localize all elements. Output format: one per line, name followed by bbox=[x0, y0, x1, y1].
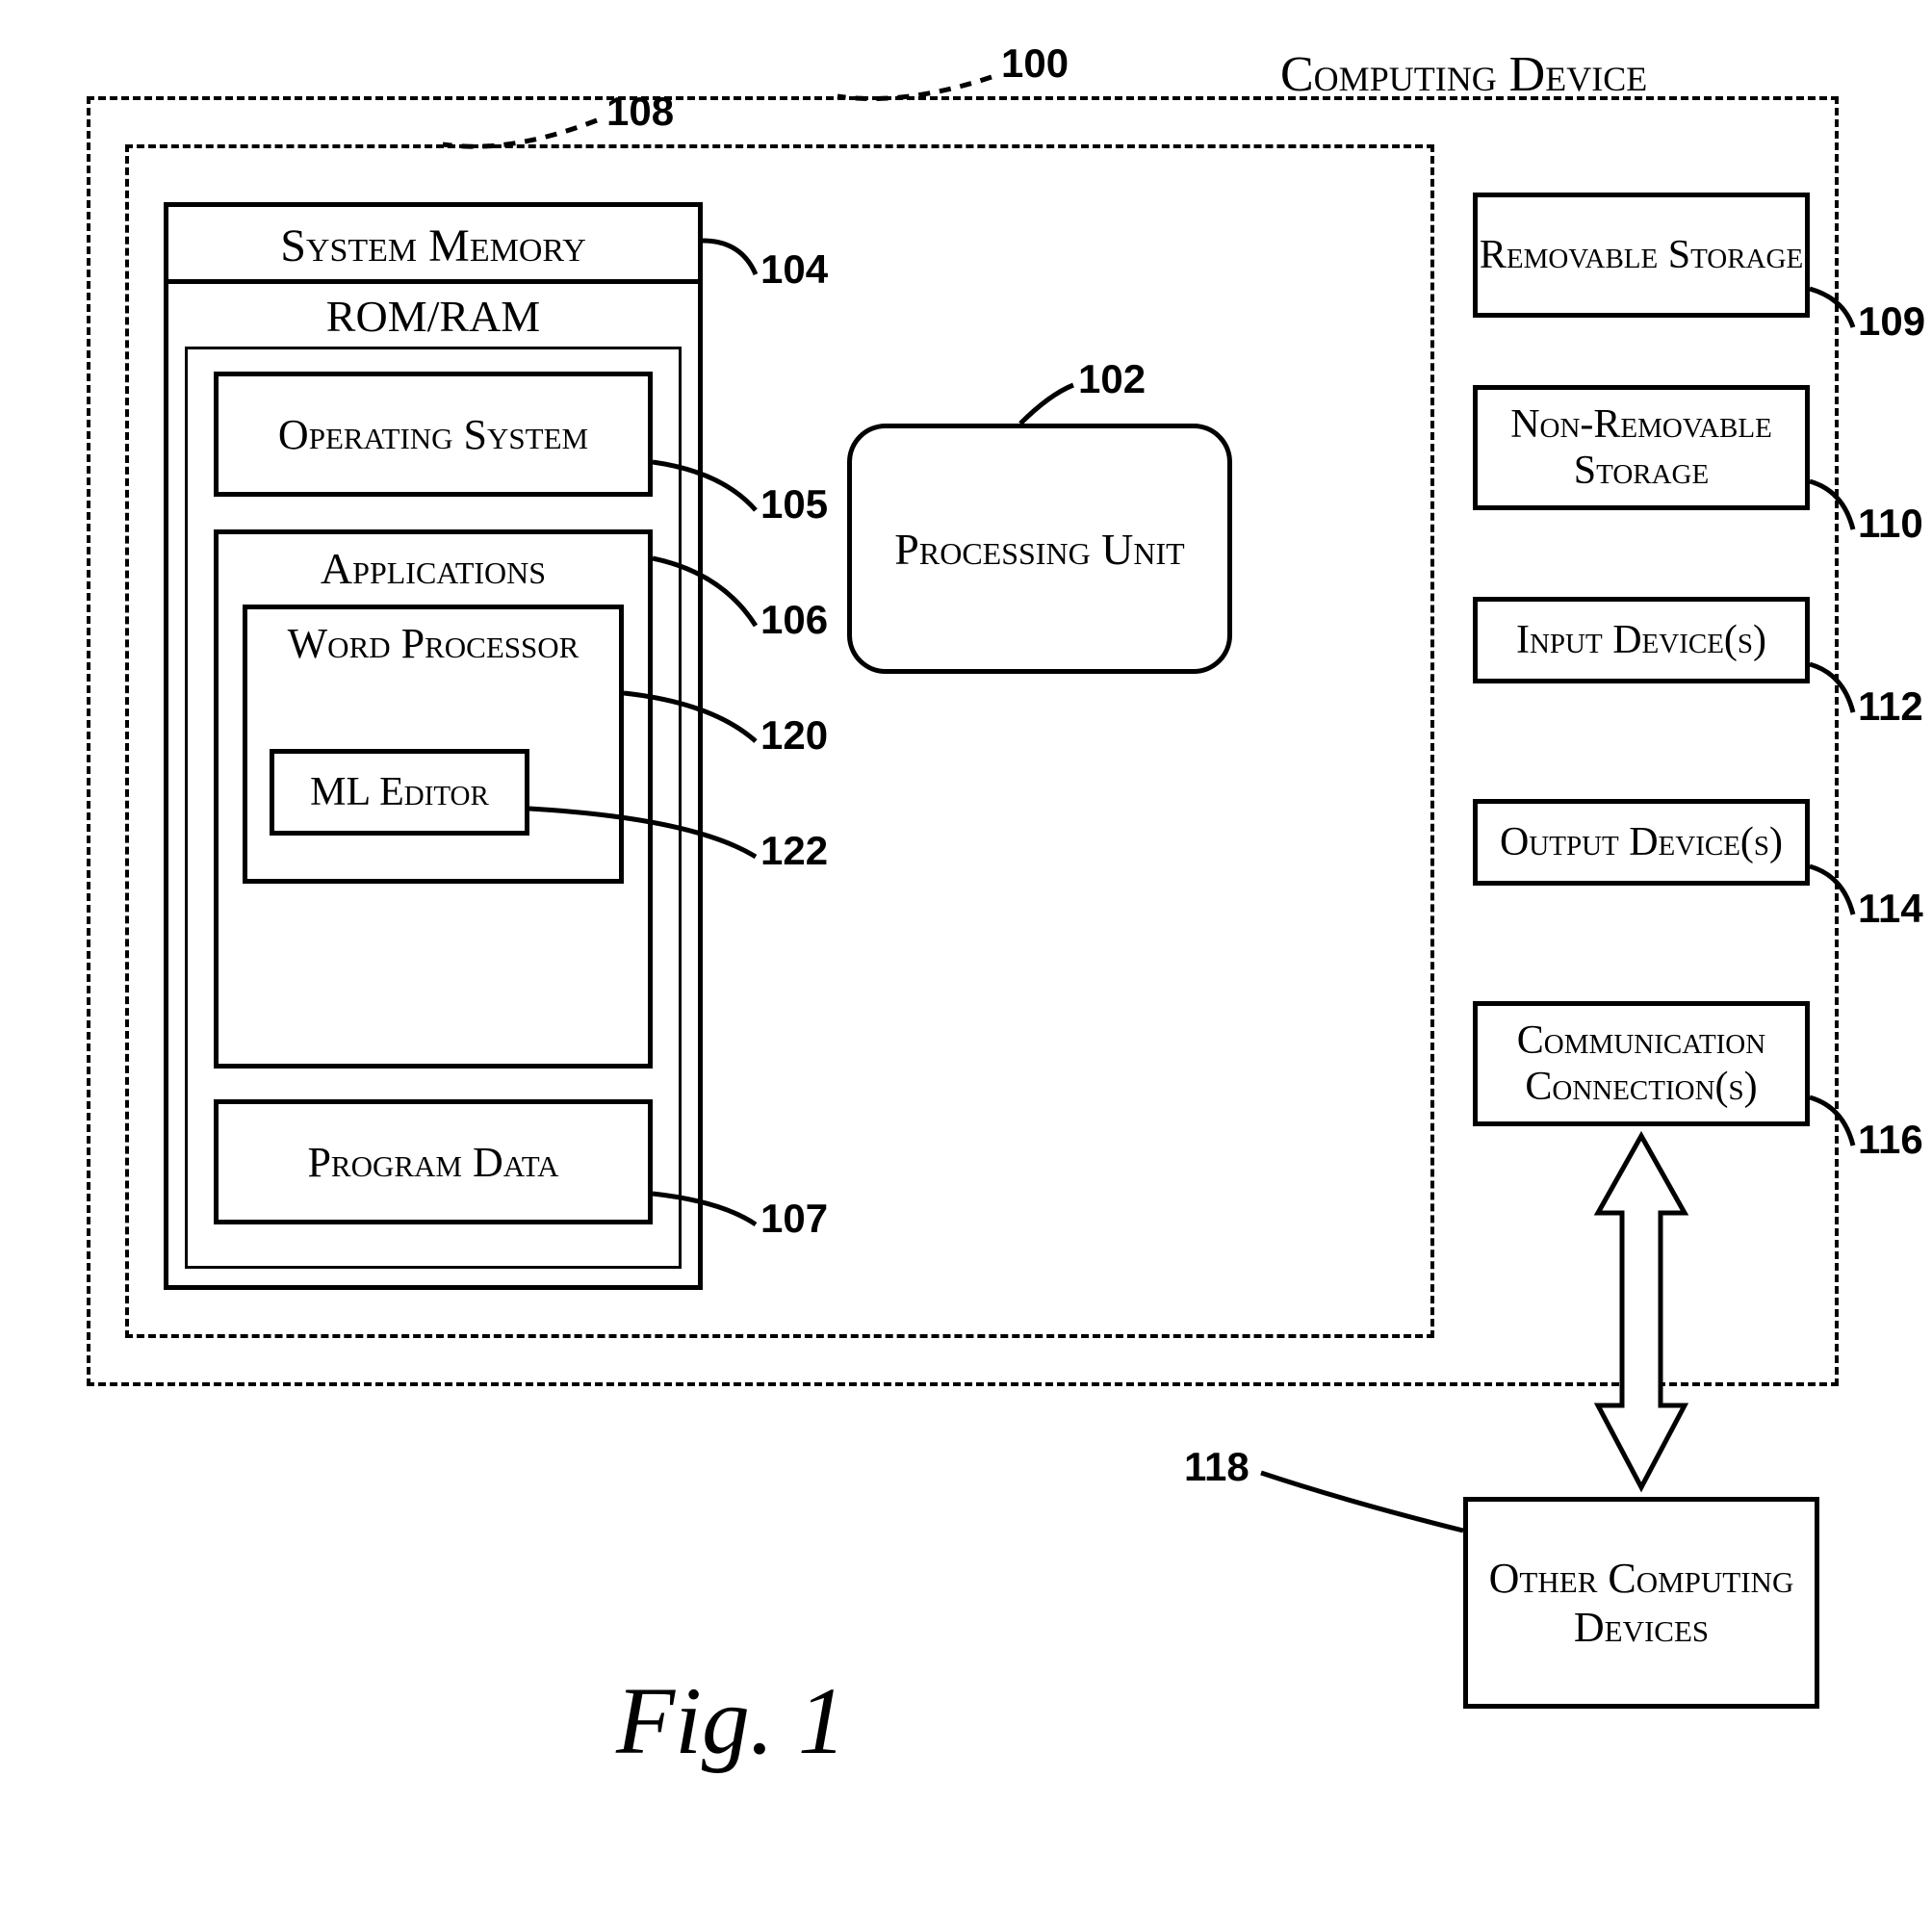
program-data-label: Program Data bbox=[307, 1138, 558, 1187]
ref-116: 116 bbox=[1858, 1117, 1923, 1163]
ref-100: 100 bbox=[1001, 40, 1069, 87]
input-devices-label: Input Device(s) bbox=[1516, 617, 1766, 663]
processing-unit-box: Processing Unit bbox=[847, 424, 1232, 674]
ref-108: 108 bbox=[606, 89, 674, 135]
applications-label: Applications bbox=[214, 543, 653, 594]
processing-unit-label: Processing Unit bbox=[894, 524, 1184, 575]
ref-102: 102 bbox=[1078, 356, 1146, 402]
ref-109: 109 bbox=[1858, 298, 1925, 345]
ref-105: 105 bbox=[760, 481, 828, 528]
program-data-box: Program Data bbox=[214, 1099, 653, 1224]
input-devices-box: Input Device(s) bbox=[1473, 597, 1810, 683]
communication-box: Communication Connection(s) bbox=[1473, 1001, 1810, 1126]
non-removable-storage-label: Non-Removable Storage bbox=[1478, 401, 1805, 494]
ref-120: 120 bbox=[760, 712, 828, 759]
ref-110: 110 bbox=[1858, 501, 1923, 547]
ml-editor-box: ML Editor bbox=[270, 749, 529, 836]
system-memory-title: System Memory bbox=[164, 219, 703, 272]
operating-system-label: Operating System bbox=[278, 410, 588, 459]
output-devices-box: Output Device(s) bbox=[1473, 799, 1810, 886]
removable-storage-label: Removable Storage bbox=[1480, 232, 1803, 278]
output-devices-label: Output Device(s) bbox=[1500, 819, 1783, 865]
other-devices-label: Other Computing Devices bbox=[1468, 1554, 1815, 1652]
other-devices-box: Other Computing Devices bbox=[1463, 1497, 1819, 1709]
non-removable-storage-box: Non-Removable Storage bbox=[1473, 385, 1810, 510]
rom-ram-label: ROM/RAM bbox=[164, 291, 703, 342]
diagram-canvas: Computing Device System Memory ROM/RAM O… bbox=[0, 0, 1932, 1906]
ref-104: 104 bbox=[760, 246, 828, 293]
removable-storage-box: Removable Storage bbox=[1473, 193, 1810, 318]
ml-editor-label: ML Editor bbox=[310, 769, 489, 815]
ref-122: 122 bbox=[760, 828, 828, 874]
communication-label: Communication Connection(s) bbox=[1478, 1017, 1805, 1110]
ref-107: 107 bbox=[760, 1196, 828, 1242]
computing-device-title: Computing Device bbox=[1280, 46, 1647, 103]
system-memory-divider bbox=[164, 279, 703, 284]
figure-caption: Fig. 1 bbox=[616, 1665, 846, 1776]
ref-114: 114 bbox=[1858, 886, 1923, 932]
ref-112: 112 bbox=[1858, 683, 1923, 730]
ref-118: 118 bbox=[1184, 1444, 1249, 1490]
operating-system-box: Operating System bbox=[214, 372, 653, 497]
ref-106: 106 bbox=[760, 597, 828, 643]
word-processor-label: Word Processor bbox=[243, 620, 624, 669]
